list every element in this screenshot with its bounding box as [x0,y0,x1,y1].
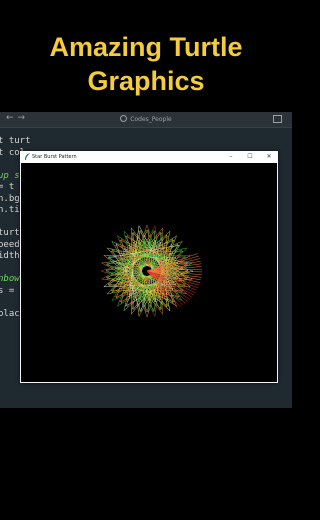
code-line: = t [0,182,15,192]
code-line: nbow [0,274,20,284]
search-text: Codes_People [130,116,172,123]
headline-line-2: Graphics [87,66,205,96]
window-title: Star Burst Pattern [32,154,77,160]
headline-line-1: Amazing Turtle [49,32,243,62]
window-titlebar[interactable]: Star Burst Pattern – ☐ ✕ [20,151,278,163]
starburst-pattern [100,224,203,318]
code-line: t turtle [0,136,30,146]
code-line: turt [0,228,20,238]
editor-toolbar: ←→ Codes_People [0,112,292,128]
maximize-button[interactable]: ☐ [241,151,259,163]
video-headline: Amazing Turtle Graphics [0,30,292,98]
turtle-canvas [21,163,277,382]
close-button[interactable]: ✕ [260,151,278,163]
search-icon [120,115,128,122]
minimize-button[interactable]: – [222,151,240,163]
turtle-window: Star Burst Pattern – ☐ ✕ [20,151,278,383]
command-search-box[interactable]: Codes_People [0,115,292,123]
layout-icon[interactable] [273,115,282,123]
feather-app-icon [25,153,30,160]
